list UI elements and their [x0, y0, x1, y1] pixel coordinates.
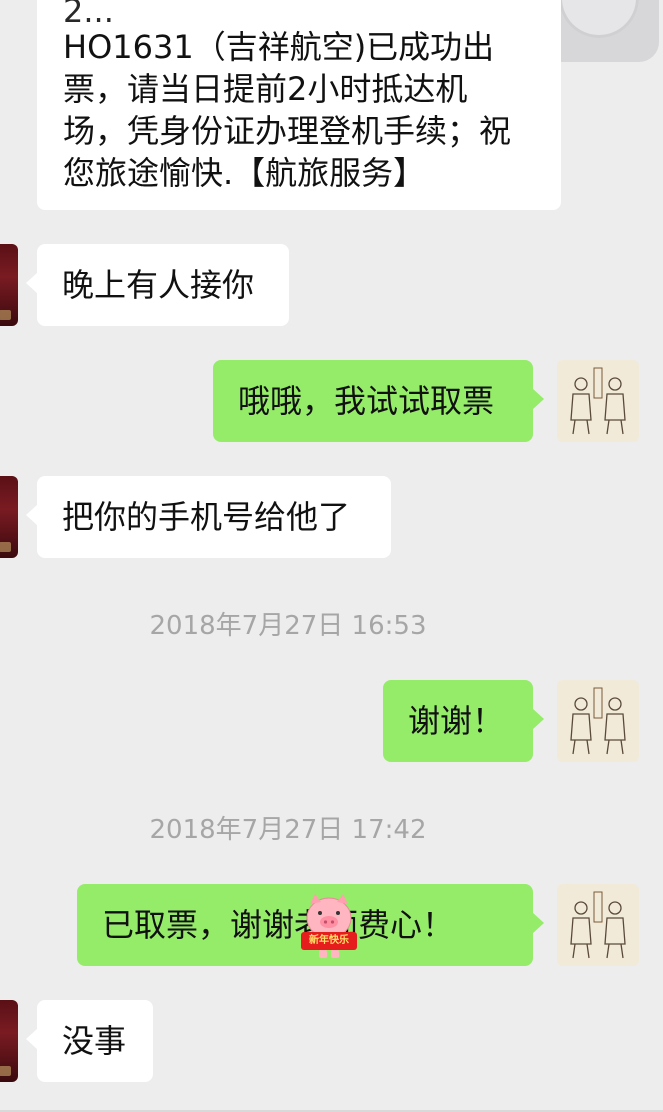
my-avatar[interactable]: [557, 884, 639, 966]
message-bubble-outgoing[interactable]: 谢谢！: [383, 680, 544, 762]
message-text: 晚上有人接你: [62, 266, 255, 304]
message-bubble-outgoing[interactable]: 哦哦，我试试取票: [213, 360, 544, 442]
door-gods-image-icon: [557, 680, 639, 762]
message-text: 哦哦，我试试取票: [238, 382, 495, 420]
door-gods-image-icon: [557, 884, 639, 966]
message-text: 谢谢！: [408, 702, 505, 740]
message-text-line: HO1631（吉祥航空)已成功出: [63, 28, 495, 66]
bubble-tail: [26, 272, 38, 294]
message-text-line: 2...: [63, 0, 114, 26]
message-text-line: 票，请当日提前2小时抵达机: [63, 70, 468, 108]
message-text: 没事: [62, 1022, 127, 1060]
message-bubble-incoming[interactable]: 没事: [26, 1000, 153, 1082]
message-text-line: 场，凭身份证办理登机手续；祝: [63, 112, 512, 150]
my-avatar[interactable]: [557, 360, 639, 442]
contact-avatar[interactable]: [0, 1000, 18, 1082]
bubble-tail: [532, 912, 544, 934]
message-bubble-incoming[interactable]: 2... HO1631（吉祥航空)已成功出 票，请当日提前2小时抵达机 场，凭身…: [37, 0, 561, 210]
bubble-tail: [532, 708, 544, 730]
bubble-tail: [26, 504, 38, 526]
message-bubble-incoming[interactable]: 把你的手机号给他了: [26, 476, 391, 558]
message-text: 已取票，谢谢老师费心！: [102, 906, 455, 944]
message-text-line: 您旅途愉快.【航旅服务】: [63, 154, 426, 192]
sticker-text: 新年快乐: [309, 935, 349, 946]
pig-sticker-icon: [301, 894, 357, 958]
contact-avatar[interactable]: [0, 244, 18, 326]
my-avatar[interactable]: [557, 680, 639, 762]
bubble-tail: [532, 388, 544, 410]
message-bubble-incoming[interactable]: 晚上有人接你: [26, 244, 289, 326]
message-text: 把你的手机号给他了: [62, 498, 351, 536]
pig-sticker[interactable]: 新年快乐: [297, 892, 361, 962]
bubble-tail: [26, 1028, 38, 1050]
door-gods-image-icon: [557, 360, 639, 442]
timestamp: 2018年7月27日 17:42: [149, 815, 427, 845]
contact-avatar[interactable]: [0, 476, 18, 558]
timestamp: 2018年7月27日 16:53: [149, 611, 427, 641]
